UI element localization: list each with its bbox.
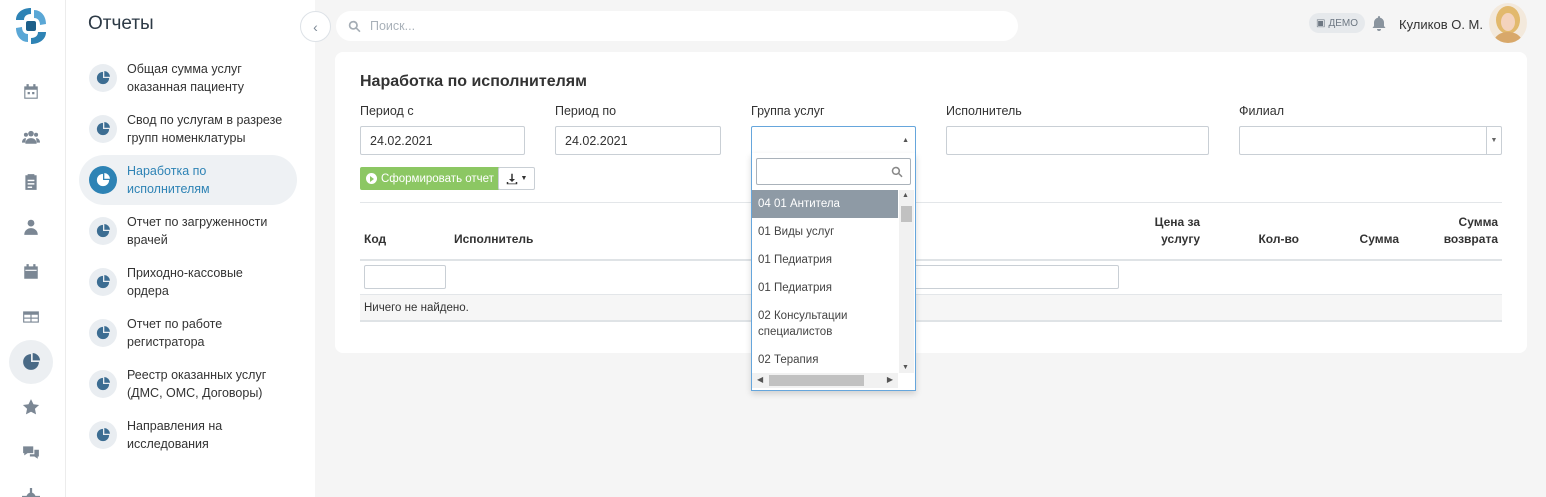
star-icon[interactable] [9,385,53,429]
user-name[interactable]: Куликов О. М. [1399,17,1483,32]
period-from-field[interactable]: 24.02.2021 [360,126,525,155]
search-input[interactable] [370,19,970,33]
column-header-refund[interactable]: Сумма возврата [1425,214,1498,248]
dropdown-option[interactable]: 01 Педиатрия [752,246,898,274]
sidebar-item-total-services[interactable]: Общая сумма услуг оказанная пациенту [79,53,297,103]
column-header-sum[interactable]: Сумма [1340,231,1399,248]
generate-report-button[interactable]: Сформировать отчет [360,167,500,190]
pie-chart-icon [89,166,117,194]
pie-chart-icon [89,64,117,92]
sidebar-item-cash-orders[interactable]: Приходно-кассовые ордера [79,257,297,307]
reports-pie-icon[interactable] [9,340,53,384]
monitor-icon: ▣ [1316,17,1326,29]
pie-chart-icon [89,421,117,449]
caret-up-icon: ▲ [902,137,909,144]
search-icon [891,166,903,178]
pie-chart-icon [89,217,117,245]
period-to-label: Период по [555,104,617,118]
dropdown-vertical-scrollbar[interactable]: ▲ ▼ [899,190,914,373]
global-search[interactable] [336,11,1018,41]
reports-sidebar: Отчеты Общая сумма услуг оказанная пацие… [66,0,315,497]
code-filter-input[interactable] [364,265,446,289]
search-icon [348,20,361,32]
sidebar-item-label: Наработка по исполнителям [127,164,210,196]
sidebar-item-label: Свод по услугам в разрезе групп номенкла… [127,113,283,145]
branch-select[interactable]: ▼ [1239,126,1502,155]
period-to-field[interactable]: 24.02.2021 [555,126,721,155]
sidebar-title: Отчеты [88,13,154,34]
dropdown-option[interactable]: 01 Виды услуг [752,218,898,246]
pie-chart-icon [89,115,117,143]
sidebar-item-registrar-report[interactable]: Отчет по работе регистратора [79,308,297,358]
service-group-label: Группа услуг [751,104,825,118]
period-from-label: Период с [360,104,414,118]
sidebar-item-referrals[interactable]: Направления на исследования [79,410,297,460]
user-avatar[interactable] [1489,3,1527,43]
dropdown-search-input[interactable] [756,158,911,185]
table-icon[interactable] [9,295,53,339]
column-header-executor[interactable]: Исполнитель [454,231,533,248]
divider [360,202,1502,203]
users-icon[interactable] [9,115,53,159]
column-header-price[interactable]: Цена за услугу [1125,214,1200,248]
sidebar-item-executor-output[interactable]: Наработка по исполнителям [79,155,297,205]
chevron-left-icon: ‹ [313,18,318,35]
sidebar-item-label: Реестр оказанных услуг (ДМС, ОМС, Догово… [127,368,267,400]
sidebar-item-label: Общая сумма услуг оказанная пациенту [127,62,245,94]
dropdown-option[interactable]: 04 01 Антитела [752,190,898,218]
clipboard-icon[interactable] [9,160,53,204]
dropdown-option[interactable]: 02 Терапия [752,346,898,373]
caret-down-icon: ▼ [520,175,528,182]
service-group-select[interactable]: ▲ [751,126,916,155]
branch-label: Филиал [1239,104,1285,118]
pie-chart-icon [89,268,117,296]
dropdown-option[interactable]: 02 Консультации специалистов [752,302,898,346]
dropdown-option[interactable]: 01 Педиатрия [752,274,898,302]
caret-down-icon: ▼ [1486,127,1501,154]
icon-rail [0,0,66,497]
settings-icon[interactable] [9,475,53,497]
scrollbar-thumb[interactable] [769,375,864,386]
dropdown-options: 04 01 Антитела 01 Виды услуг 01 Педиатри… [752,190,898,373]
report-title: Наработка по исполнителям [360,73,587,90]
sidebar-item-label: Отчет по работе регистратора [127,317,223,349]
scroll-right-icon[interactable]: ▶ [887,375,893,384]
demo-badge: ▣ ДЕМО [1309,13,1366,33]
collapse-sidebar-button[interactable]: ‹ [300,11,331,42]
calendar-icon[interactable] [9,70,53,114]
schedule-icon[interactable] [9,250,53,294]
service-group-dropdown: 04 01 Антитела 01 Виды услуг 01 Педиатри… [751,153,916,391]
empty-table-row: Ничего не найдено. [360,295,1502,322]
app-logo[interactable] [12,6,50,46]
executor-field[interactable] [946,126,1209,155]
sidebar-item-services-registry[interactable]: Реестр оказанных услуг (ДМС, ОМС, Догово… [79,359,297,409]
scroll-up-icon[interactable]: ▲ [902,192,909,199]
download-icon [506,173,517,184]
chat-icon[interactable] [9,430,53,474]
sidebar-item-label: Отчет по загруженности врачей [127,215,268,247]
sidebar-item-label: Направления на исследования [127,419,223,451]
doctor-icon[interactable] [9,205,53,249]
executor-label: Исполнитель [946,104,1022,118]
scroll-down-icon[interactable]: ▼ [902,364,909,371]
bell-icon[interactable] [1371,15,1387,32]
scrollbar-thumb[interactable] [901,206,912,222]
scroll-left-icon[interactable]: ◀ [757,375,763,384]
sidebar-item-services-summary[interactable]: Свод по услугам в разрезе групп номенкла… [79,104,297,154]
dropdown-horizontal-scrollbar[interactable]: ◀ ▶ [752,373,898,388]
play-icon [366,173,377,184]
column-header-code[interactable]: Код [364,231,386,248]
column-header-qty[interactable]: Кол-во [1240,231,1299,248]
sidebar-item-doctor-load[interactable]: Отчет по загруженности врачей [79,206,297,256]
table-filter-row [360,261,1502,295]
download-button[interactable]: ▼ [498,167,535,190]
sidebar-item-label: Приходно-кассовые ордера [127,266,243,298]
pie-chart-icon [89,370,117,398]
report-card: Наработка по исполнителям Период с 24.02… [335,52,1527,353]
pie-chart-icon [89,319,117,347]
